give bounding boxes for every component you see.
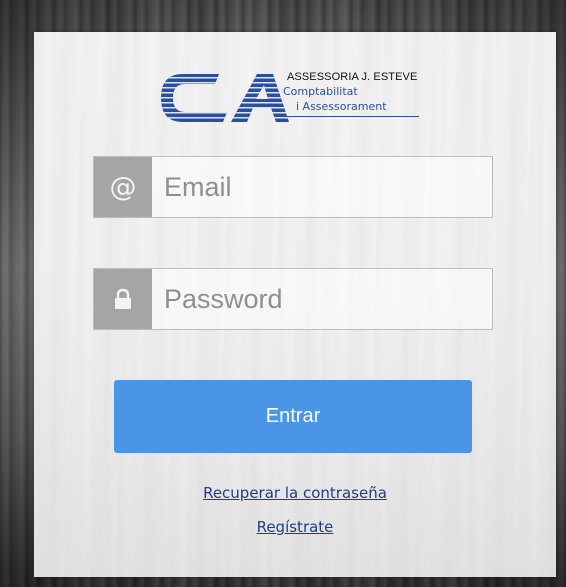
- password-input[interactable]: [152, 269, 492, 329]
- logo-subtitle-line1: Comptabilitat: [283, 85, 358, 98]
- company-logo: ASSESSORIA J. ESTEVE Comptabilitat i Ass…: [157, 68, 437, 128]
- login-panel: ASSESSORIA J. ESTEVE Comptabilitat i Ass…: [34, 32, 556, 577]
- lock-icon: [94, 269, 152, 329]
- login-button[interactable]: Entrar: [114, 380, 472, 453]
- logo-subtitle-line2: i Assessorament: [296, 100, 387, 113]
- at-icon: @: [94, 157, 152, 217]
- ca-logo-mark: [161, 74, 289, 122]
- email-input[interactable]: [152, 157, 492, 217]
- recover-password-link[interactable]: Recuperar la contraseña: [34, 484, 556, 502]
- logo-underline: [285, 116, 419, 117]
- password-field-group: [93, 268, 493, 330]
- logo-title: ASSESSORIA J. ESTEVE: [287, 71, 418, 83]
- register-link[interactable]: Regístrate: [34, 518, 556, 536]
- email-field-group: @: [93, 156, 493, 218]
